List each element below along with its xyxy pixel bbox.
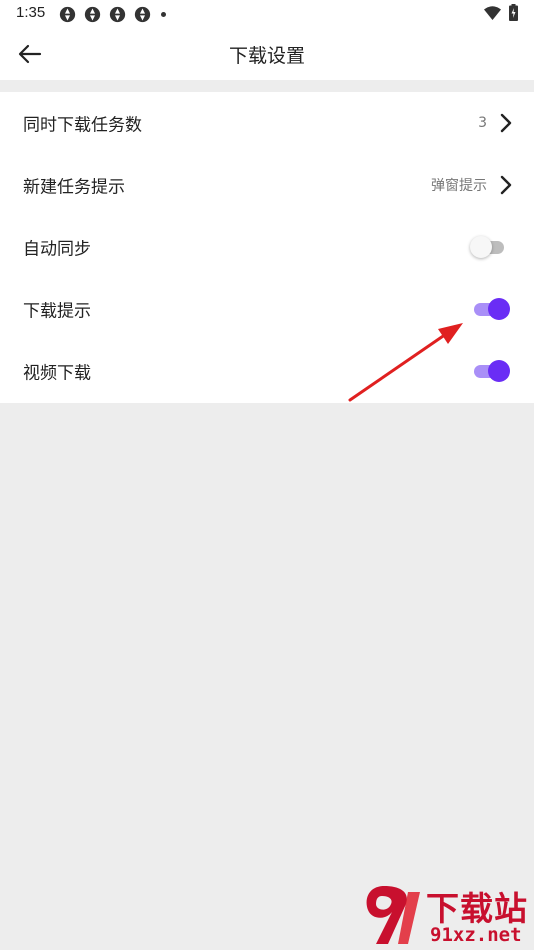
setting-label: 自动同步	[23, 239, 91, 260]
setting-label: 新建任务提示	[23, 177, 125, 198]
chevron-right-icon	[500, 175, 512, 195]
download-prompt-toggle[interactable]	[470, 297, 510, 321]
status-time: 1:35	[16, 4, 46, 21]
setting-label: 下载提示	[23, 301, 91, 322]
notification-icon	[134, 6, 151, 22]
setting-label: 同时下载任务数	[23, 115, 142, 136]
setting-row-new-task-prompt[interactable]: 新建任务提示 弹窗提示	[0, 154, 534, 216]
status-bar: 1:35	[0, 0, 534, 28]
watermark-title: 下载站	[426, 889, 528, 928]
site-logo-icon	[366, 886, 420, 944]
setting-row-concurrent-tasks[interactable]: 同时下载任务数 3	[0, 92, 534, 154]
setting-row-auto-sync: 自动同步	[0, 216, 534, 278]
chevron-right-icon	[500, 113, 512, 133]
watermark-domain: 91xz.net	[430, 924, 522, 946]
notification-icon	[59, 6, 76, 22]
setting-label: 视频下载	[23, 363, 91, 384]
app-bar: 下载设置	[0, 28, 534, 80]
toggle-thumb	[488, 298, 510, 320]
wifi-icon	[484, 6, 501, 20]
video-download-toggle[interactable]	[470, 359, 510, 383]
setting-value: 弹窗提示	[431, 178, 487, 194]
watermark: 下载站 91xz.net	[362, 882, 534, 950]
auto-sync-toggle[interactable]	[470, 235, 508, 259]
toggle-thumb	[488, 360, 510, 382]
section-divider	[0, 80, 534, 92]
dot-icon	[161, 11, 166, 17]
notification-icons	[59, 5, 166, 23]
page-title: 下载设置	[228, 45, 305, 67]
battery-charging-icon	[509, 4, 518, 21]
notification-icon	[84, 6, 101, 22]
annotation-arrow-icon	[348, 323, 463, 402]
setting-value: 3	[478, 115, 487, 131]
notification-icon	[109, 6, 126, 22]
toggle-thumb	[470, 236, 492, 258]
